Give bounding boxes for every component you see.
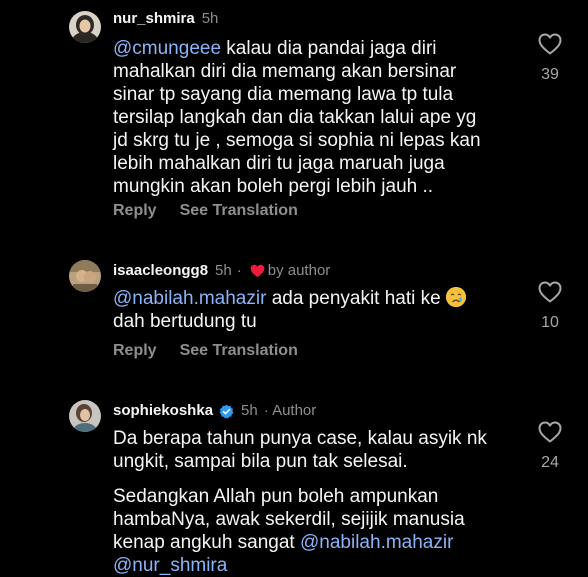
heart-outline-icon[interactable] [538,33,562,55]
verified-badge-icon [219,404,234,419]
comment-actions: Reply See Translation [113,342,298,360]
comment-meta: isaacleongg8 5h · by author [113,261,330,281]
like-count: 10 [541,314,559,331]
comment-text: @cmungeee kalau dia pandai jaga diri mah… [113,38,481,197]
username[interactable]: sophiekoshka [113,401,213,421]
heart-outline-icon[interactable] [538,421,562,443]
mention-link[interactable]: @nur_shmira [113,555,227,576]
author-label: · Author [263,402,317,419]
timestamp: 5h [215,262,232,279]
mention-link[interactable]: @nabilah.mahazir [300,532,453,553]
like-control: 10 [532,281,568,332]
liked-by-author-heart-icon [250,264,265,278]
comment-actions: Reply See Translation [113,202,298,220]
like-control: 39 [532,33,568,84]
see-translation-button[interactable]: See Translation [180,342,298,360]
reply-button[interactable]: Reply [113,202,157,220]
like-control: 24 [532,421,568,472]
by-author-label: by author [267,262,331,279]
mention-link[interactable]: @nabilah.mahazir [113,288,266,309]
like-count: 39 [541,66,559,83]
comment-text: @nabilah.mahazir ada penyakit hati ke da… [113,287,513,333]
avatar[interactable] [69,260,101,292]
heart-outline-icon[interactable] [538,281,562,303]
reply-button[interactable]: Reply [113,342,157,360]
see-translation-button[interactable]: See Translation [180,202,298,220]
avatar[interactable] [69,11,101,43]
dot-separator: · [236,262,242,279]
timestamp: 5h [201,10,219,27]
comment-meta: sophiekoshka 5h · Author [113,401,316,421]
mention-link[interactable]: @cmungeee [113,38,221,59]
username[interactable]: nur_shmira [113,9,195,29]
comment-meta: nur_shmira 5h [113,9,218,29]
like-count: 24 [541,454,559,471]
username[interactable]: isaacleongg8 [113,261,208,281]
crying-face-emoji-icon [446,287,466,307]
avatar[interactable] [69,400,101,432]
timestamp: 5h [241,402,258,419]
comment-text: Da berapa tahun punya case, kalau asyik … [113,428,487,576]
